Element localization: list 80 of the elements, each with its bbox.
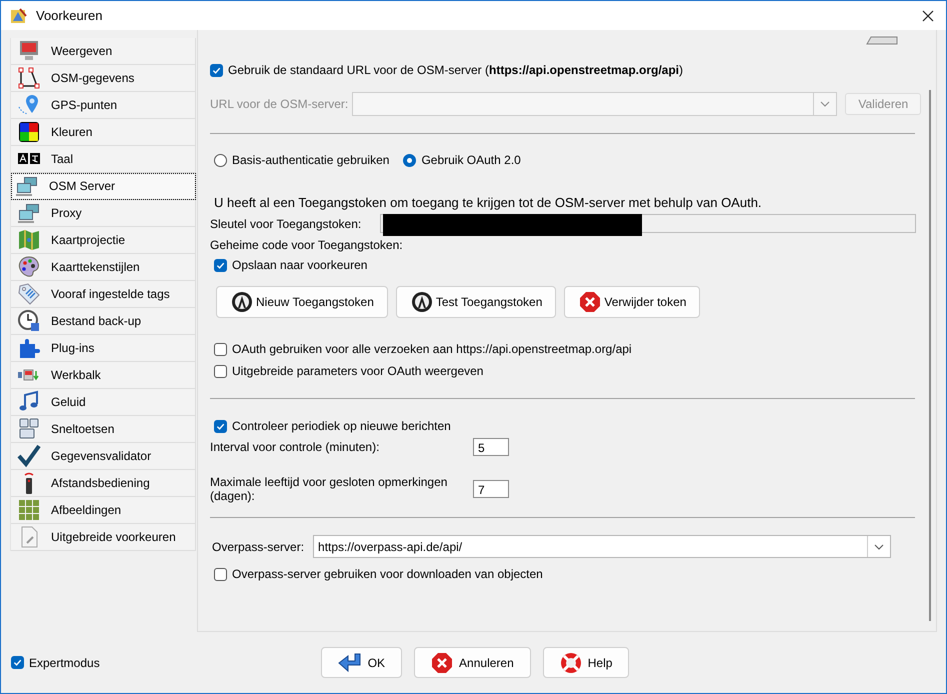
sidebar-item[interactable]: OSM-gegevens [11, 65, 196, 92]
field-label: Geheime code voor Toegangstoken: [210, 238, 403, 252]
sidebar-item[interactable]: Weergeven [11, 38, 196, 65]
field-label: Interval voor controle (minuten): [210, 440, 380, 454]
cancel-button[interactable]: Annuleren [414, 647, 531, 678]
color-grid-icon [17, 120, 41, 144]
sidebar-item[interactable]: Kaartprojectie [11, 227, 196, 254]
puzzle-icon [17, 336, 41, 360]
sidebar-item[interactable]: Afbeeldingen [11, 497, 196, 524]
ok-button[interactable]: OK [320, 647, 402, 678]
arrow-left-icon [338, 652, 362, 674]
overpass-combo-box[interactable]: https://overpass-api.de/api/ [313, 535, 892, 558]
sidebar-item[interactable]: GPS-punten [11, 92, 196, 119]
tag-icon [17, 282, 41, 306]
checkbox[interactable] [214, 568, 227, 580]
keys-icon [17, 417, 41, 441]
token-field[interactable] [380, 214, 916, 233]
field-label: Sleutel voor Toegangstoken: [210, 216, 362, 230]
sidebar-item[interactable]: Kaarttekenstijlen [11, 254, 196, 281]
computers-icon [17, 201, 41, 225]
grid-icon [17, 498, 41, 522]
checkbox-label: Expertmodus [29, 656, 100, 670]
sidebar-item[interactable]: OSM Server [11, 173, 196, 200]
map-pin-icon [17, 93, 41, 117]
radio-label: Gebruik OAuth 2.0 [421, 153, 521, 167]
close-icon[interactable] [922, 10, 934, 22]
app-icon [10, 6, 28, 24]
number-field[interactable]: 7 [473, 480, 509, 498]
chevron-down-icon [874, 544, 884, 550]
checkbox-label: Controleer periodiek op nieuwe berichten [232, 419, 451, 433]
sidebar-item[interactable]: Werkbalk [11, 362, 196, 389]
checkbox-label: Uitgebreide parameters voor OAuth weergeven [232, 364, 484, 378]
radio-button[interactable] [214, 154, 227, 166]
checkbox-label: Gebruik de standaard URL voor de OSM-server (https://api.openstreetmap.org/api) [228, 63, 684, 77]
window-title: Voorkeuren [36, 8, 102, 23]
oauth-logo-icon [410, 291, 433, 313]
number-field[interactable]: 5 [473, 438, 509, 456]
token-button[interactable]: Test Toegangstoken [396, 286, 556, 318]
checkbox[interactable] [214, 342, 227, 356]
checkmark-icon [17, 444, 41, 468]
checkbox[interactable] [214, 258, 227, 272]
monitor-icon [17, 39, 41, 63]
sidebar-item[interactable]: Kleuren [11, 119, 196, 146]
palette-icon [17, 255, 41, 279]
map-icon [17, 228, 41, 252]
checkbox-label: Overpass-server gebruiken voor downloaden van objecten [232, 567, 543, 581]
sidebar-item[interactable]: Gegevensvalidator [11, 443, 196, 470]
token-button[interactable]: Nieuw Toegangstoken [216, 286, 388, 318]
sidebar-item[interactable]: Uitgebreide voorkeuren [11, 524, 196, 551]
field-label: URL voor de OSM-server: [210, 97, 348, 111]
checkbox-label: Opslaan naar voorkeuren [232, 258, 368, 272]
radio-button[interactable] [403, 154, 416, 166]
oauth-logo-icon [231, 291, 253, 313]
sidebar-item[interactable]: Bestand back-up [11, 308, 196, 335]
sidebar-item[interactable]: Vooraf ingestelde tags [11, 281, 196, 308]
checkbox[interactable] [214, 364, 227, 378]
sidebar-item[interactable]: Afstandsbediening [11, 470, 196, 497]
cancel-icon [431, 652, 454, 674]
info-text: U heeft al een Toegangstoken om toegang te krijgen tot de OSM-server met behulp van OAuth. [214, 195, 762, 210]
sidebar-item[interactable]: Geluid [11, 389, 196, 416]
clock-icon [17, 309, 41, 333]
lifebuoy-icon [560, 652, 582, 674]
sidebar-item[interactable]: Proxy [11, 200, 196, 227]
field-label: Overpass-server: [212, 540, 304, 554]
field-label: Maximale leeftijd voor gesloten opmerkingen (dagen): [210, 475, 448, 503]
token-button[interactable]: Verwijder token [564, 286, 700, 318]
nodes-icon [17, 66, 41, 90]
checkbox[interactable] [210, 64, 223, 76]
sidebar-item[interactable]: Taal [11, 146, 196, 173]
sidebar-item[interactable]: Sneltoetsen [11, 416, 196, 443]
computers-icon [15, 174, 39, 198]
scrollbar[interactable] [929, 90, 931, 621]
help-button[interactable]: Help [542, 647, 630, 678]
checkbox[interactable] [214, 420, 227, 432]
radio-label: Basis-authenticatie gebruiken [232, 153, 390, 167]
checkbox[interactable] [11, 656, 24, 669]
sidebar-item[interactable]: Plug-ins [11, 335, 196, 362]
checkbox-label: OAuth gebruiken voor alle verzoeken aan https://api.openstreetmap.org/api [232, 342, 632, 356]
chevron-down-icon [820, 101, 830, 107]
cancel-icon [579, 291, 602, 313]
